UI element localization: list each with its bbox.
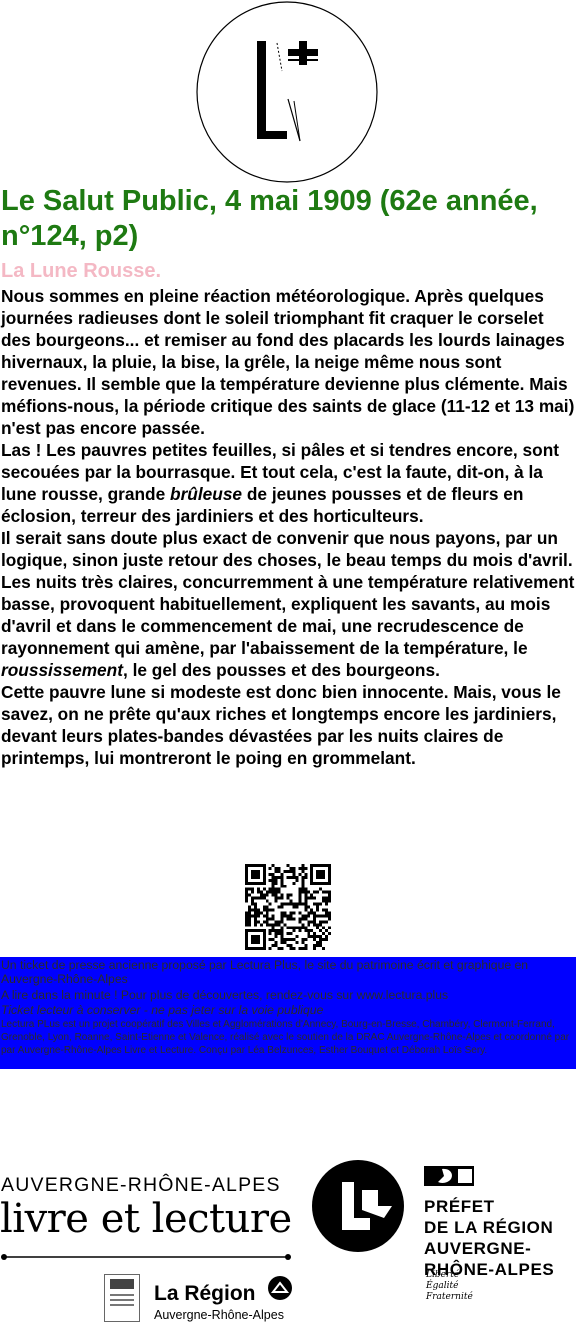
republique-francaise-small-logo-icon	[104, 1274, 140, 1322]
article-paragraph: Cette pauvre lune si modeste est donc bi…	[1, 682, 561, 768]
article-text: Il serait sans doute plus exact de conve…	[1, 528, 575, 658]
partner-logos: AUVERGNE-RHÔNE-ALPES livre et lecture PR…	[0, 1150, 576, 1326]
footer-line: Un ticket de presse ancienne proposé par…	[1, 958, 529, 986]
qr-code-icon	[245, 864, 331, 950]
article-italic: roussissement	[1, 660, 123, 680]
arl-logo-title: livre et lecture	[0, 1196, 292, 1242]
marianne-icon	[424, 1166, 474, 1186]
lectura-plus-l-logo-icon	[196, 1, 378, 183]
region-mountain-icon	[268, 1276, 292, 1300]
footer-line: Ticket lecteur à conserver - ne pas jete…	[1, 1003, 324, 1017]
page-title: Le Salut Public, 4 mai 1909 (62e année, …	[1, 185, 538, 252]
prefet-region-text: PRÉFET DE LA RÉGION AUVERGNE- RHÔNE-ALPE…	[424, 1197, 555, 1279]
article-italic: brûleuse	[170, 484, 243, 504]
article-body: Nous sommes en pleine réaction météorolo…	[1, 285, 575, 769]
republic-motto: Liberté Égalité Fraternité	[426, 1270, 473, 1302]
footer-credits: Lectura PLus est un projet coopératif de…	[1, 1019, 570, 1056]
region-logo-subtitle: Auvergne-Rhône-Alpes	[154, 1308, 284, 1322]
article-paragraph: Las ! Les pauvres petites feuilles, si p…	[1, 439, 575, 527]
arl-logo-underline-icon	[1, 1254, 291, 1260]
region-logo-title: La Région	[154, 1282, 256, 1305]
article-subtitle: La Lune Rousse.	[1, 260, 162, 282]
lectura-plus-round-logo-icon	[312, 1160, 404, 1252]
arl-logo-name: AUVERGNE-RHÔNE-ALPES	[1, 1174, 281, 1196]
article-paragraph: Il serait sans doute plus exact de conve…	[1, 527, 575, 681]
article-text: , le gel des pousses et des bourgeons.	[122, 660, 440, 680]
article-paragraph: Nous sommes en pleine réaction météorolo…	[1, 286, 575, 438]
footer-line: A lire dans la minute ! Pour plus de déc…	[1, 988, 449, 1002]
footer-banner: Un ticket de presse ancienne proposé par…	[0, 957, 576, 1069]
